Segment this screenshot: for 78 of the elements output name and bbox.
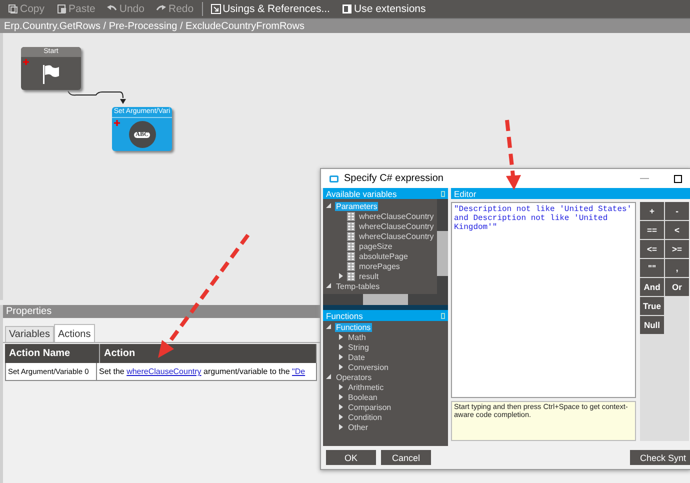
- collapsed-triangle-icon[interactable]: [338, 404, 344, 410]
- tree-item[interactable]: whereClauseCountry: [358, 232, 435, 240]
- tree-item[interactable]: pageSize: [358, 242, 394, 250]
- operator-button[interactable]: Null: [640, 316, 664, 334]
- window-icon: [329, 174, 339, 182]
- action-description: Set the whereClauseCountry argument/variable to the "De: [97, 363, 317, 381]
- breadcrumb-path: Erp.Country.GetRows / Pre-Processing / ExcludeCountryFromRows: [4, 20, 304, 32]
- operator-button[interactable]: +: [640, 202, 664, 220]
- tree-item[interactable]: Date: [347, 352, 366, 362]
- tree-item[interactable]: Parameters: [335, 202, 378, 210]
- operator-button[interactable]: And: [640, 278, 664, 296]
- operator-button[interactable]: -: [665, 202, 689, 220]
- dialog-button[interactable]: OK: [326, 450, 376, 465]
- connector-arrow: [66, 90, 128, 106]
- expanded-triangle-icon[interactable]: [326, 324, 332, 330]
- tree-item[interactable]: whereClauseCountry: [358, 222, 435, 230]
- panel-title: Properties: [6, 306, 52, 317]
- tree-item[interactable]: Functions: [335, 322, 372, 332]
- collapsed-triangle-icon[interactable]: [338, 424, 344, 430]
- link[interactable]: whereClauseCountry: [126, 367, 202, 376]
- tree-item[interactable]: Arithmetic: [347, 382, 385, 392]
- collapsed-triangle-icon[interactable]: [338, 273, 344, 279]
- plus-icon: [114, 120, 120, 126]
- annotation-arrow: [505, 120, 521, 190]
- operator-button[interactable]: True: [640, 297, 664, 315]
- operator-button[interactable]: ,: [665, 259, 689, 277]
- horizontal-scrollbar[interactable]: [323, 294, 448, 305]
- collapsed-triangle-icon[interactable]: [338, 394, 344, 400]
- tab[interactable]: Actions: [54, 324, 95, 342]
- expanded-triangle-icon[interactable]: [326, 374, 332, 380]
- expression-editor[interactable]: "Description not like 'United States' and Description not like 'United Kingdom'": [451, 202, 636, 398]
- operator-button[interactable]: ==: [640, 221, 664, 239]
- column-header: Action: [100, 344, 317, 363]
- collapsed-triangle-icon[interactable]: [338, 344, 344, 350]
- panel-title: Editor: [454, 188, 476, 198]
- operator-button[interactable]: <=: [640, 240, 664, 258]
- checkbox-icon: [342, 4, 352, 14]
- panel-title: Functions: [326, 310, 363, 320]
- collapsed-triangle-icon[interactable]: [338, 354, 344, 360]
- tree-item[interactable]: Comparison: [347, 402, 392, 412]
- tree-item[interactable]: whereClauseCountry: [358, 212, 435, 220]
- maximize-icon[interactable]: [674, 174, 682, 182]
- link[interactable]: "De: [292, 367, 306, 376]
- tree-item[interactable]: Temp-tables: [335, 282, 381, 290]
- copy-icon: [8, 4, 18, 14]
- tab[interactable]: Variables: [5, 326, 54, 342]
- collapsed-triangle-icon[interactable]: [338, 334, 344, 340]
- tree-item[interactable]: Operators: [335, 372, 373, 382]
- paste-icon: [56, 4, 67, 14]
- expanded-triangle-icon[interactable]: [326, 203, 332, 209]
- collapsed-triangle-icon[interactable]: [338, 364, 344, 370]
- dialog-title: Specify C# expression: [344, 173, 444, 184]
- toolbar-button[interactable]: Use extensions: [338, 3, 430, 15]
- expanded-triangle-icon[interactable]: [326, 283, 332, 289]
- operator-button[interactable]: Or: [665, 278, 689, 296]
- tree-item[interactable]: result: [358, 272, 380, 280]
- window-icon: [210, 4, 221, 14]
- tree-item[interactable]: Other: [347, 422, 370, 432]
- tree-item[interactable]: Condition: [347, 412, 383, 422]
- plus-icon: [23, 59, 29, 65]
- vertical-scrollbar[interactable]: [437, 199, 448, 294]
- flag-icon: [42, 64, 60, 84]
- operator-button[interactable]: "": [640, 259, 664, 277]
- tree-item[interactable]: Boolean: [347, 392, 378, 402]
- collapsed-triangle-icon[interactable]: [338, 384, 344, 390]
- dialog-button[interactable]: Check Synt: [630, 450, 690, 465]
- operator-button[interactable]: >=: [665, 240, 689, 258]
- tree-item[interactable]: morePages: [358, 262, 401, 270]
- column-header: Action Name: [5, 344, 100, 363]
- tree-item[interactable]: Math: [347, 332, 367, 342]
- panel-title: Available variables: [326, 188, 397, 198]
- tree-item[interactable]: absolutePage: [358, 252, 409, 260]
- toolbar-button[interactable]: Usings & References...: [206, 3, 334, 15]
- operator-button[interactable]: <: [665, 221, 689, 239]
- tree-item[interactable]: Conversion: [347, 362, 390, 372]
- collapsed-triangle-icon[interactable]: [338, 414, 344, 420]
- dialog-button[interactable]: Cancel: [381, 450, 431, 465]
- tree-item[interactable]: String: [347, 342, 370, 352]
